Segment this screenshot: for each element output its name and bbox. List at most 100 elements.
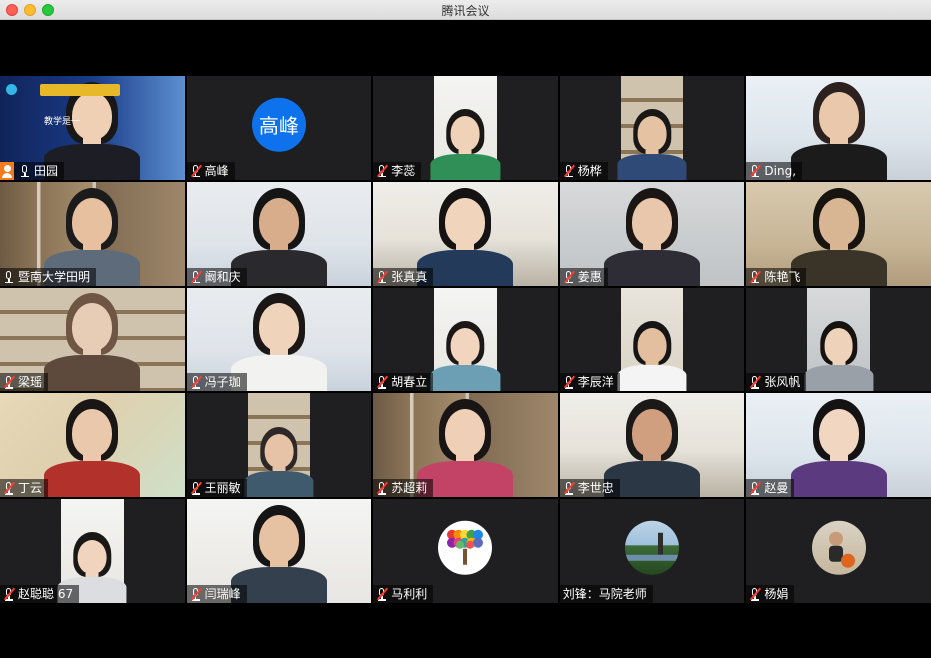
mic-muted-icon	[749, 375, 762, 389]
participant-tile[interactable]: 胡春立	[373, 287, 558, 392]
participant-name-bar: 李蕊	[373, 161, 422, 180]
mic-muted-icon	[190, 587, 202, 601]
participant-name: 陈艳飞	[764, 269, 801, 284]
participant-name-bar: 苏超莉	[373, 479, 434, 498]
participant-tile[interactable]: 苏超莉	[373, 393, 558, 498]
participant-name-bar: 高峰	[186, 161, 235, 180]
participant-name-bar: 刘锋：马院老师	[559, 585, 653, 603]
participant-name-bar: 张真真	[373, 267, 434, 286]
host-badge-icon	[0, 161, 14, 180]
participant-video	[430, 76, 501, 180]
mic-muted-icon	[563, 270, 575, 284]
mic-icon	[19, 164, 31, 178]
participant-face	[258, 197, 299, 246]
participant-tile[interactable]: 杨娟	[746, 499, 931, 603]
participant-tile[interactable]: 陈艳飞	[746, 181, 931, 286]
participant-name: 苏超莉	[391, 481, 428, 496]
mic-icon	[3, 270, 15, 284]
participant-face	[818, 91, 859, 140]
participant-body	[44, 355, 141, 392]
mic-muted-icon	[190, 481, 202, 495]
participant-tile[interactable]: 梁瑶	[0, 287, 185, 392]
participant-tile[interactable]: 姜惠	[559, 181, 745, 286]
participant-name-bar: 胡春立	[373, 373, 434, 392]
participant-name-bar: 阚和庆	[186, 267, 247, 286]
mic-muted-icon	[749, 587, 762, 601]
participant-name-bar: 赵聪聪 67	[0, 585, 80, 603]
participant-name-bar: 闫瑞峰	[186, 585, 247, 603]
profile-picture-avatar	[625, 520, 680, 575]
participant-tile[interactable]: 李世忠	[559, 393, 745, 498]
participant-tile[interactable]: 丁云	[0, 393, 185, 498]
participant-name: 暨南大学田明	[18, 269, 91, 284]
participant-face	[72, 303, 113, 352]
participant-tile[interactable]: 闫瑞峰	[186, 499, 372, 603]
mic-muted-icon	[376, 481, 389, 495]
participant-tile[interactable]: 阚和庆	[186, 181, 372, 286]
participant-body	[244, 471, 314, 498]
participant-name-bar: 赵曼	[746, 479, 795, 498]
participant-name-bar: Ding,	[746, 161, 803, 180]
participant-name-bar: 田园	[0, 161, 65, 180]
participant-name: 田园	[34, 163, 59, 178]
mic-muted-icon	[563, 164, 575, 178]
participant-name: 张真真	[391, 269, 428, 284]
initial-avatar: 高峰	[251, 97, 306, 152]
participant-name: 赵聪聪 67	[18, 587, 74, 601]
participant-body	[430, 153, 501, 180]
participant-face	[637, 328, 667, 363]
participant-body	[804, 365, 874, 392]
participant-tile[interactable]: 马利利	[373, 499, 558, 603]
participant-tile[interactable]: 张风帆	[746, 287, 931, 392]
participant-body	[790, 143, 887, 180]
participant-name: 丁云	[18, 481, 43, 496]
participant-body	[44, 461, 141, 498]
participant-tile[interactable]: 张真真	[373, 181, 558, 286]
participant-tile[interactable]: 李辰洋	[559, 287, 745, 392]
participant-name: 马利利	[391, 587, 428, 601]
participant-name: 王丽敏	[204, 481, 241, 496]
participant-name-bar: 李辰洋	[559, 373, 620, 392]
participant-name: 胡春立	[391, 375, 428, 390]
participant-tile[interactable]: 冯子珈	[186, 287, 372, 392]
participant-tile[interactable]: 教学是一田园	[0, 76, 185, 180]
participant-name: 杨桦	[577, 163, 602, 178]
participant-video	[430, 287, 501, 392]
window-titlebar: 腾讯会议	[0, 0, 931, 20]
mic-muted-icon	[563, 375, 575, 389]
participant-tile[interactable]: Ding,	[746, 76, 931, 180]
participant-tile[interactable]: 暨南大学田明	[0, 181, 185, 286]
participant-face	[264, 433, 294, 469]
participant-tile[interactable]: 杨桦	[559, 76, 745, 180]
participant-name-bar: 陈艳飞	[746, 267, 807, 286]
mic-muted-icon	[749, 481, 762, 495]
participant-tile[interactable]: 刘锋：马院老师	[559, 499, 745, 603]
participant-face	[451, 328, 480, 363]
participant-face	[818, 197, 859, 246]
shared-slide-banner	[40, 84, 120, 96]
participant-face	[445, 409, 486, 458]
participant-name-bar: 马利利	[373, 585, 434, 603]
participant-name-bar: 杨桦	[559, 161, 608, 180]
participant-body	[790, 461, 887, 498]
participant-name: 阚和庆	[204, 269, 241, 284]
participant-name: 冯子珈	[204, 375, 241, 390]
participant-name: 张风帆	[764, 375, 801, 390]
mic-muted-icon	[376, 164, 389, 178]
participant-tile[interactable]: 王丽敏	[186, 393, 372, 498]
shared-slide-title: 教学是一	[44, 117, 81, 127]
participant-name: 李辰洋	[577, 375, 614, 390]
participant-body	[617, 153, 687, 180]
participant-face	[77, 539, 107, 575]
mic-muted-icon	[3, 587, 16, 601]
participant-tile[interactable]: 赵曼	[746, 393, 931, 498]
participant-tile[interactable]: 高峰 高峰	[186, 76, 372, 180]
participant-name: 赵曼	[764, 481, 789, 496]
participant-face	[258, 303, 299, 352]
participant-tile[interactable]: 李蕊	[373, 76, 558, 180]
participant-name: 李蕊	[391, 163, 416, 178]
mic-muted-icon	[376, 270, 389, 284]
participant-name-bar: 冯子珈	[186, 373, 247, 392]
participant-tile[interactable]: 赵聪聪 67	[0, 499, 185, 603]
participant-name: 闫瑞峰	[204, 587, 241, 601]
